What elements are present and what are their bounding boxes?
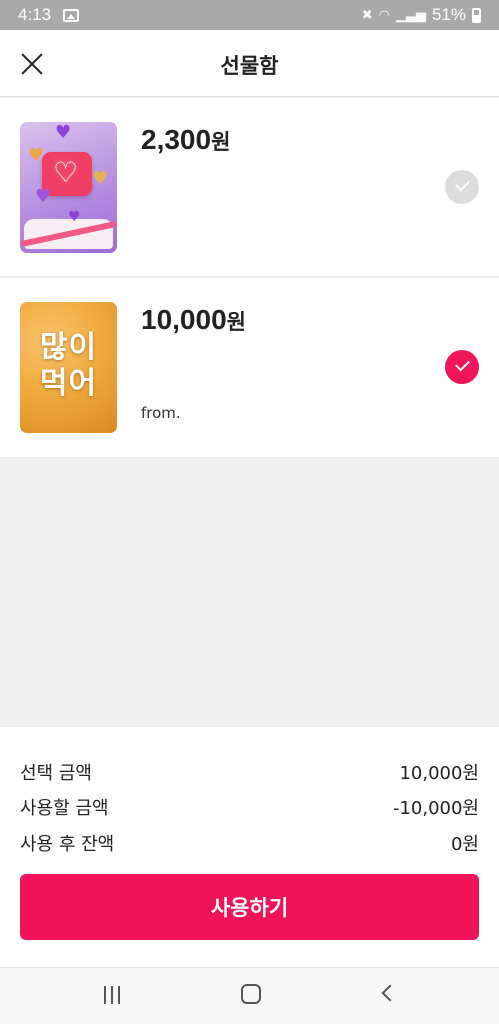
mute-vibrate-icon: ✖ [361, 7, 373, 22]
gift-amount-value: 2,300 [141, 124, 212, 155]
use-amount-label: 사용할 금액 [20, 798, 109, 819]
food-image-text-line: 많이 [39, 330, 98, 365]
select-check-icon[interactable] [445, 170, 479, 204]
use-amount-value: -10,000원 [392, 798, 479, 819]
selected-amount-row: 선택 금액 10,000원 [20, 759, 479, 785]
remaining-balance-value: 0원 [450, 834, 479, 855]
remaining-balance-row: 사용 후 잔액 0원 [20, 830, 479, 856]
recent-apps-icon[interactable] [102, 986, 122, 1004]
wifi-icon: ◠ [378, 7, 390, 22]
select-check-icon[interactable] [445, 350, 479, 384]
battery-icon [472, 7, 481, 23]
use-amount-row: 사용할 금액 -10,000원 [20, 794, 479, 820]
gift-amount: 2,300원 [141, 124, 230, 156]
selected-amount-value: 10,000원 [399, 763, 479, 784]
system-nav-bar [0, 967, 499, 1024]
summary-panel: 선택 금액 10,000원 사용할 금액 -10,000원 사용 후 잔액 0원… [0, 727, 499, 967]
hearts-gift-image: ♡ ♥ ♥ ♥ ♥ ♥ [20, 122, 117, 253]
gift-amount: 10,000원 [141, 304, 246, 336]
gift-item[interactable]: 많이 먹어 10,000원 from. [0, 278, 499, 457]
gift-amount-value: 10,000 [141, 304, 227, 335]
page-title: 선물함 [220, 54, 279, 78]
header: 선물함 [0, 30, 499, 97]
image-icon [63, 8, 80, 22]
heart-icon: ♥ [55, 122, 72, 143]
food-image-text: 많이 먹어 [20, 330, 117, 402]
heart-icon: ♥ [68, 209, 81, 225]
heart-icon: ♡ [53, 156, 79, 189]
selected-amount-label: 선택 금액 [20, 763, 92, 784]
battery-percent: 51% [431, 5, 466, 24]
back-icon[interactable] [381, 984, 399, 1002]
gift-from: from. [141, 404, 181, 422]
home-icon[interactable] [241, 984, 261, 1004]
heart-icon: ♥ [35, 186, 52, 207]
signal-icon: ▁▃▅ [395, 7, 426, 22]
food-image-text-line: 먹어 [39, 366, 98, 401]
status-time: 4:13 [18, 5, 52, 24]
use-button[interactable]: 사용하기 [20, 874, 479, 940]
gift-amount-unit: 원 [226, 310, 246, 334]
gift-item[interactable]: ♡ ♥ ♥ ♥ ♥ ♥ 2,300원 [0, 98, 499, 277]
heart-icon: ♥ [92, 168, 109, 189]
gift-amount-unit: 원 [211, 130, 231, 154]
heart-icon: ♥ [28, 145, 45, 166]
remaining-balance-label: 사용 후 잔액 [20, 834, 115, 855]
status-bar: 4:13 ✖ ◠ ▁▃▅ 51% [0, 0, 499, 30]
food-image: 많이 먹어 [20, 302, 117, 433]
